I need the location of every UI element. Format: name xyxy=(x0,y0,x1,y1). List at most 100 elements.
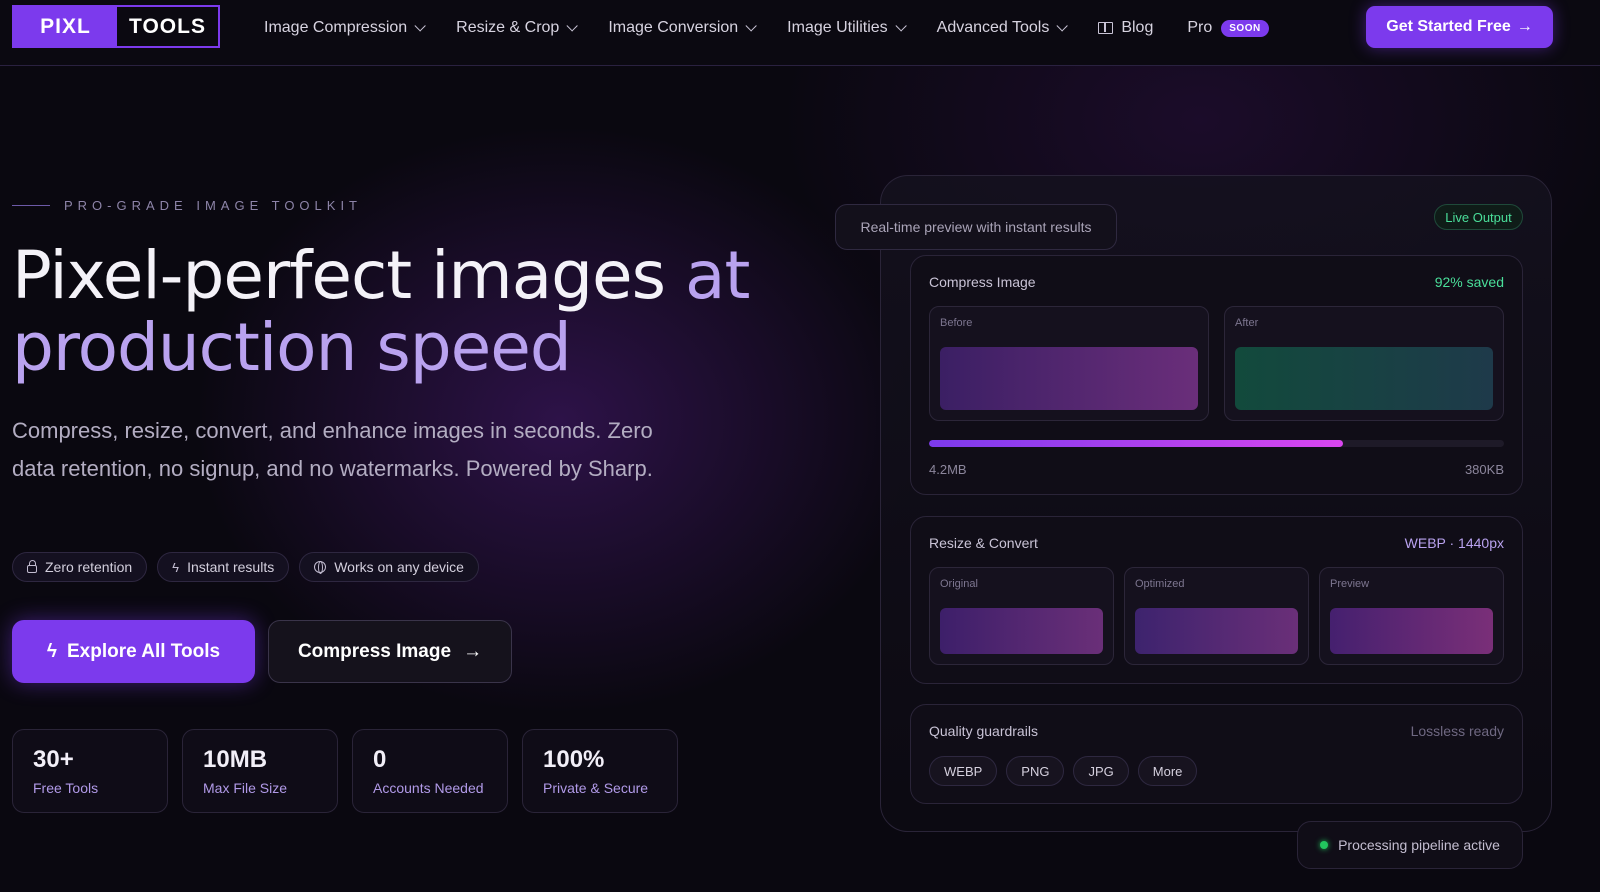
chip-zero-retention: Zero retention xyxy=(12,552,148,582)
brand-logo[interactable]: PIXL TOOLS xyxy=(12,5,220,48)
bolt-icon: ϟ xyxy=(46,640,57,662)
original-thumbnail: Original xyxy=(929,567,1114,665)
chip-label: Zero retention xyxy=(45,559,133,575)
globe-icon xyxy=(314,561,327,574)
get-started-label: Get Started Free xyxy=(1386,18,1511,35)
eyebrow-text: PRO-GRADE IMAGE TOOLKIT xyxy=(64,198,362,213)
preview-thumbnail: Preview xyxy=(1319,567,1504,665)
explore-all-tools-button[interactable]: ϟ Explore All Tools xyxy=(12,620,255,683)
resize-card-title: Resize & Convert xyxy=(929,535,1038,551)
format-pills: WEBP PNG JPG More xyxy=(929,756,1198,786)
logo-part-2: TOOLS xyxy=(129,14,206,38)
thumb-label: Preview xyxy=(1330,578,1370,590)
arrow-right-icon: → xyxy=(463,640,483,662)
after-thumbnail: After xyxy=(1224,306,1504,421)
before-image xyxy=(940,347,1198,410)
thumb-label: Optimized xyxy=(1135,578,1185,590)
stat-card: 0 Accounts Needed xyxy=(352,729,508,813)
arrow-right-icon: → xyxy=(1516,18,1533,35)
pipeline-label: Processing pipeline active xyxy=(1338,837,1500,853)
hero-subtext: Compress, resize, convert, and enhance i… xyxy=(12,418,653,481)
nav-item-label: Image Conversion xyxy=(608,19,739,36)
chip-any-device: Works on any device xyxy=(299,552,479,582)
format-pill-webp[interactable]: WEBP xyxy=(929,756,998,786)
hero-headline: Pixel-perfect images at production speed xyxy=(12,240,832,384)
quality-card-title: Quality guardrails xyxy=(929,723,1038,739)
get-started-button[interactable]: Get Started Free → xyxy=(1366,6,1553,48)
format-pill-png[interactable]: PNG xyxy=(1006,756,1065,786)
preview-tooltip: Real-time preview with instant results xyxy=(835,204,1117,250)
stat-card: 30+ Free Tools xyxy=(12,729,168,813)
chevron-down-icon xyxy=(1056,20,1069,32)
compress-image-button[interactable]: Compress Image → xyxy=(268,620,512,683)
stat-card: 10MB Max File Size xyxy=(182,729,338,813)
compress-card-title: Compress Image xyxy=(929,274,1036,290)
stats-row: 30+ Free Tools 10MB Max File Size 0 Acco… xyxy=(12,729,678,813)
chevron-down-icon xyxy=(895,20,907,32)
explore-label: Explore All Tools xyxy=(66,640,221,662)
before-label: Before xyxy=(940,317,973,329)
nav-item-image-conversion[interactable]: Image Conversion xyxy=(608,19,757,37)
book-icon xyxy=(1098,22,1114,34)
chip-instant-results: ϟ Instant results xyxy=(157,552,290,582)
stat-value: 10MB xyxy=(203,746,268,773)
pipeline-status: Processing pipeline active xyxy=(1297,821,1523,869)
nav-item-image-utilities[interactable]: Image Utilities xyxy=(787,19,907,37)
chevron-down-icon xyxy=(566,20,579,32)
nav-item-image-compression[interactable]: Image Compression xyxy=(264,19,426,37)
compress-label: Compress Image xyxy=(297,640,452,662)
stat-value: 0 xyxy=(373,746,387,773)
stat-label: Accounts Needed xyxy=(373,780,484,796)
stat-value: 30+ xyxy=(33,746,74,773)
stat-value: 100% xyxy=(543,746,605,773)
resize-format-meta: WEBP · 1440px xyxy=(1404,535,1504,551)
chip-label: Works on any device xyxy=(334,559,464,575)
resize-convert-card: Resize & Convert WEBP · 1440px Original … xyxy=(910,516,1523,684)
progress-fill xyxy=(929,440,1343,447)
thumb-image xyxy=(1330,608,1493,654)
compress-card: Compress Image 92% saved Before After 4.… xyxy=(910,255,1523,495)
thumb-image xyxy=(1135,608,1298,654)
after-image xyxy=(1235,347,1493,410)
optimized-thumbnail: Optimized xyxy=(1124,567,1309,665)
stat-label: Max File Size xyxy=(203,780,288,796)
thumb-image xyxy=(940,608,1103,654)
chevron-down-icon xyxy=(745,20,757,32)
nav-menu: Image Compression Resize & Crop Image Co… xyxy=(264,0,1303,56)
status-dot-icon xyxy=(1320,841,1329,849)
chip-label: Instant results xyxy=(187,559,275,575)
logo-part-1: PIXL xyxy=(14,7,117,46)
saved-percentage: 92% saved xyxy=(1434,274,1504,290)
nav-item-resize-crop[interactable]: Resize & Crop xyxy=(456,19,579,37)
quality-meta: Lossless ready xyxy=(1410,723,1504,739)
top-navbar: PIXL TOOLS Image Compression Resize & Cr… xyxy=(0,0,1600,66)
bolt-icon: ϟ xyxy=(172,559,180,575)
headline-main: Pixel-perfect images xyxy=(12,237,686,314)
stat-label: Free Tools xyxy=(33,780,99,796)
format-pill-more[interactable]: More xyxy=(1137,756,1198,786)
nav-item-label: Image Compression xyxy=(264,19,408,36)
soon-badge: SOON xyxy=(1221,19,1269,37)
nav-item-label: Resize & Crop xyxy=(456,19,560,36)
chevron-down-icon xyxy=(414,20,426,32)
live-output-badge: Live Output xyxy=(1434,204,1523,230)
eyebrow-line xyxy=(12,205,50,206)
compressed-size: 380KB xyxy=(1464,462,1504,477)
stat-label: Private & Secure xyxy=(543,780,649,796)
nav-item-advanced-tools[interactable]: Advanced Tools xyxy=(936,19,1069,37)
format-pill-jpg[interactable]: JPG xyxy=(1073,756,1129,786)
nav-item-label: Image Utilities xyxy=(787,19,888,36)
nav-item-label: Blog xyxy=(1121,19,1154,36)
feature-chips: Zero retention ϟ Instant results Works o… xyxy=(12,552,479,582)
nav-item-label: Advanced Tools xyxy=(936,19,1050,36)
stat-card: 100% Private & Secure xyxy=(522,729,678,813)
compression-progress xyxy=(929,440,1504,447)
original-size: 4.2MB xyxy=(929,462,967,477)
nav-item-label: Pro xyxy=(1187,19,1213,36)
quality-card: Quality guardrails Lossless ready WEBP P… xyxy=(910,704,1523,804)
before-thumbnail: Before xyxy=(929,306,1209,421)
hero-eyebrow: PRO-GRADE IMAGE TOOLKIT xyxy=(12,198,362,213)
nav-item-blog[interactable]: Blog xyxy=(1098,19,1153,37)
nav-item-pro[interactable]: Pro SOON xyxy=(1187,19,1269,37)
thumb-label: Original xyxy=(940,578,978,590)
